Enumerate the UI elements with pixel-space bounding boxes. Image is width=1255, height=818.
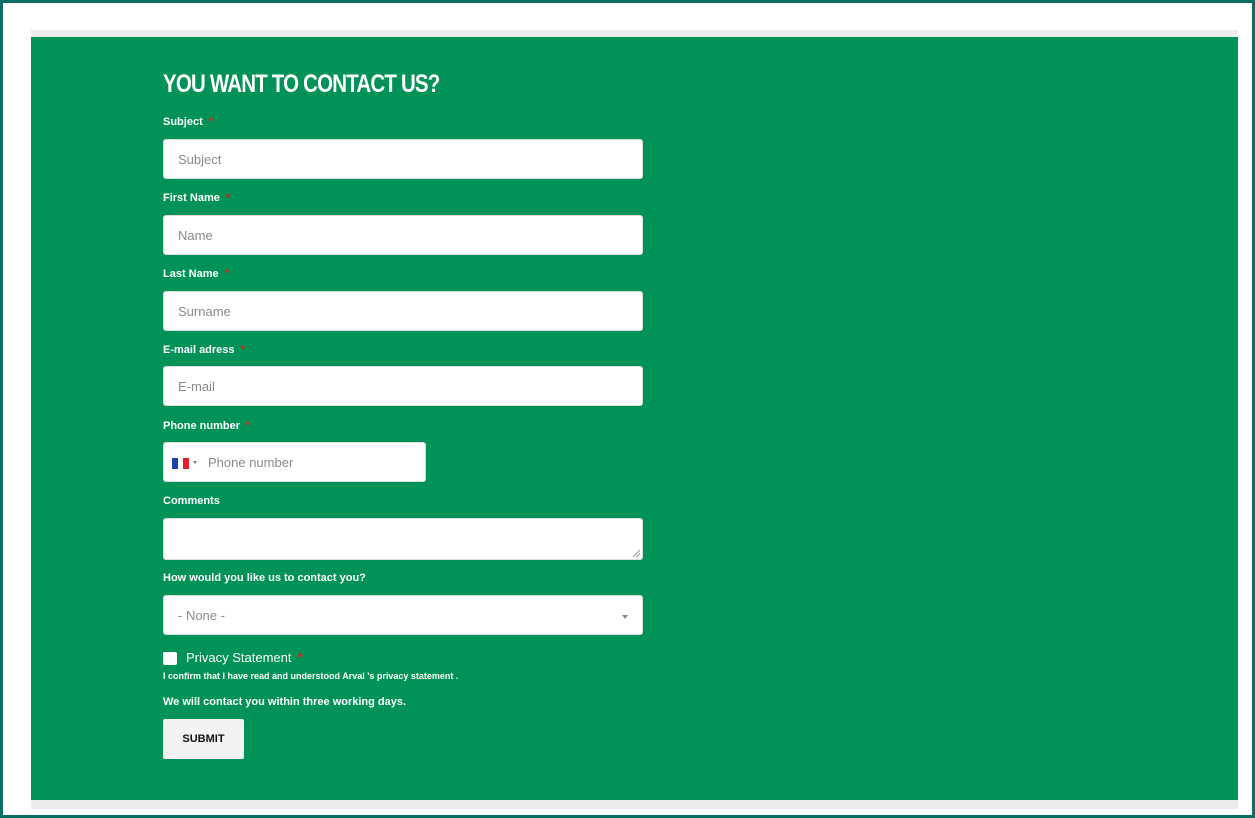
- required-marker: *: [224, 268, 229, 280]
- first-name-label: First Name *: [163, 192, 230, 204]
- chevron-down-icon[interactable]: [193, 461, 197, 464]
- comments-label-text: Comments: [163, 495, 220, 507]
- submit-button[interactable]: SUBMIT: [163, 719, 244, 759]
- email-label-text: E-mail adress: [163, 344, 235, 356]
- last-name-label-text: Last Name: [163, 268, 219, 280]
- last-name-placeholder: Surname: [178, 304, 231, 319]
- contact-panel: YOU WANT TO CONTACT US? Subject * Subject…: [31, 37, 1238, 800]
- top-divider: [31, 30, 1238, 37]
- page-title: YOU WANT TO CONTACT US?: [163, 70, 440, 98]
- required-marker: *: [225, 192, 231, 204]
- privacy-label[interactable]: Privacy Statement *: [186, 650, 303, 665]
- required-marker: *: [240, 344, 245, 356]
- required-marker: *: [297, 650, 303, 665]
- email-input[interactable]: E-mail: [163, 366, 643, 406]
- subject-label: Subject *: [163, 116, 213, 128]
- bottom-divider: [31, 800, 1238, 809]
- resize-handle-icon[interactable]: [633, 550, 640, 557]
- first-name-input[interactable]: Name: [163, 215, 643, 255]
- contact-method-label: How would you like us to contact you?: [163, 572, 366, 584]
- required-marker: *: [208, 116, 214, 128]
- phone-placeholder: Phone number: [208, 455, 294, 470]
- phone-label: Phone number *: [163, 420, 250, 432]
- chevron-down-icon: [622, 615, 628, 619]
- first-name-label-text: First Name: [163, 192, 220, 204]
- contact-method-selected: - None -: [178, 608, 225, 623]
- contact-notice: We will contact you within three working…: [163, 696, 407, 708]
- contact-method-label-text: How would you like us to contact you?: [163, 572, 366, 584]
- comments-textarea[interactable]: [163, 518, 643, 560]
- subject-label-text: Subject: [163, 116, 203, 128]
- last-name-label: Last Name *: [163, 268, 229, 280]
- comments-label: Comments: [163, 495, 220, 507]
- privacy-label-text: Privacy Statement: [186, 650, 292, 665]
- required-marker: *: [246, 420, 251, 432]
- email-label: E-mail adress *: [163, 344, 245, 356]
- subject-input[interactable]: Subject: [163, 139, 643, 179]
- privacy-confirm-text: I confirm that I have read and understoo…: [163, 671, 459, 681]
- last-name-input[interactable]: Surname: [163, 291, 643, 331]
- phone-label-text: Phone number: [163, 420, 241, 432]
- france-flag-icon[interactable]: [172, 458, 190, 469]
- first-name-placeholder: Name: [178, 228, 213, 243]
- subject-placeholder: Subject: [178, 152, 222, 167]
- email-placeholder: E-mail: [178, 379, 215, 394]
- phone-input[interactable]: Phone number: [163, 442, 426, 482]
- contact-method-select[interactable]: - None -: [163, 595, 643, 635]
- privacy-checkbox[interactable]: [163, 652, 177, 665]
